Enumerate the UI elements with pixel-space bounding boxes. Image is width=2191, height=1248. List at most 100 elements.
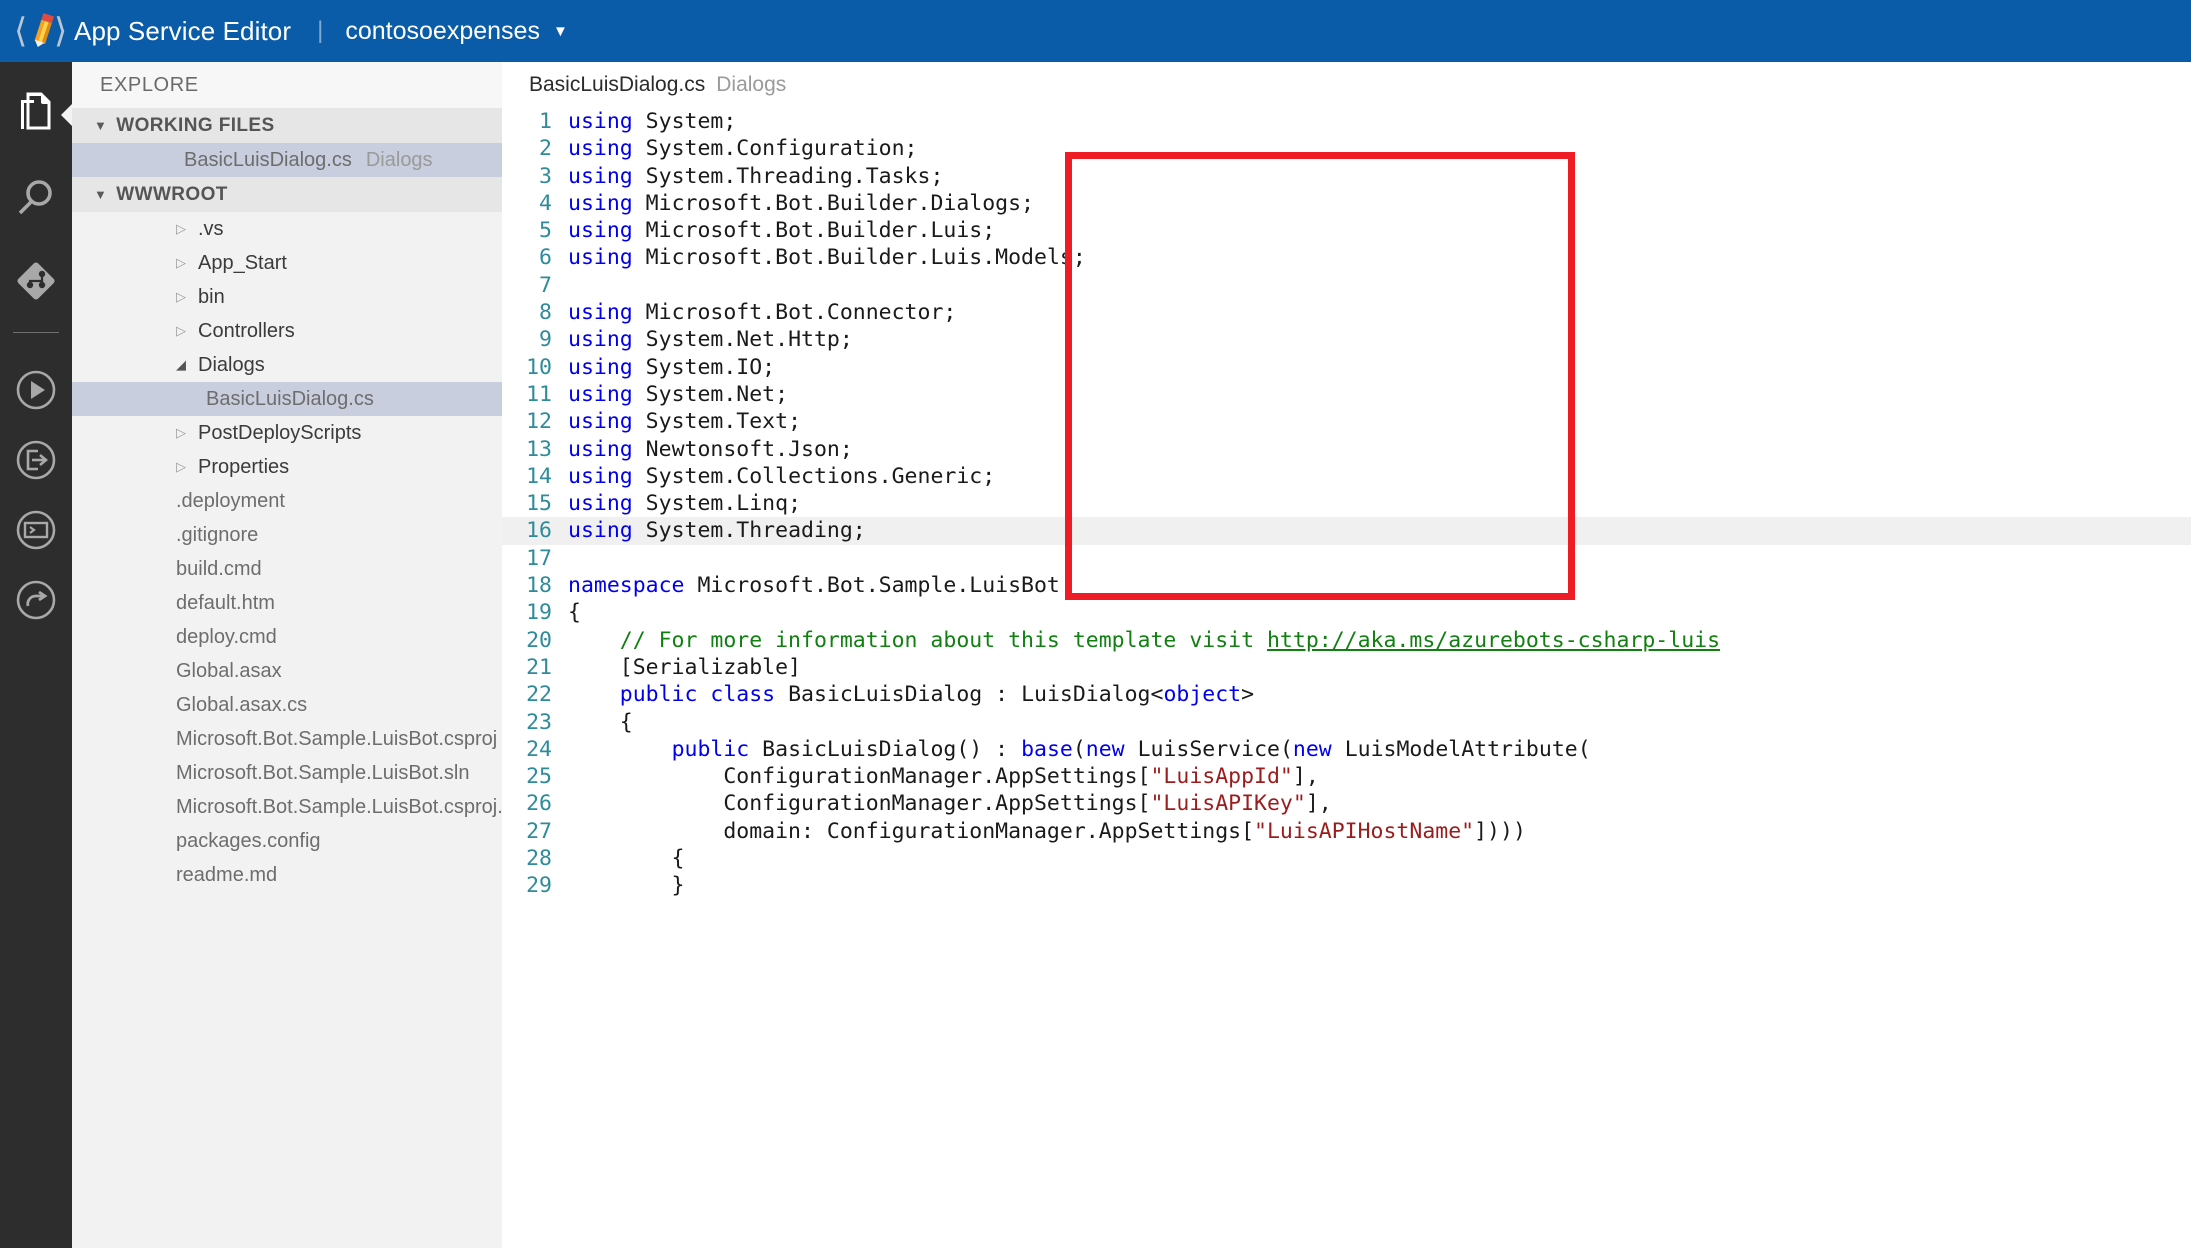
triangle-expanded-icon: ▼ [94,187,108,202]
tree-file-item[interactable]: Microsoft.Bot.Sample.LuisBot.csproj.user [72,790,502,824]
code-token-p: LuisModelAttribute( [1331,736,1591,762]
code-line[interactable]: 10 using System.IO; [502,354,2191,381]
code-line[interactable]: 9 using System.Net.Http; [502,326,2191,353]
code-line-text: using System.Configuration; [568,135,918,162]
tree-folder-item[interactable]: ▷ bin [72,280,502,314]
code-line[interactable]: 5 using Microsoft.Bot.Builder.Luis; [502,217,2191,244]
code-token-p: Microsoft.Bot.Builder.Luis; [632,218,996,244]
code-token-str: "LuisAppId" [1150,764,1293,790]
tree-folder-item[interactable]: ▷ Controllers [72,314,502,348]
working-file-folder: Dialogs [365,148,433,171]
code-line[interactable]: 8 using Microsoft.Bot.Connector; [502,299,2191,326]
tree-folder-item[interactable]: ▷ App_Start [72,246,502,280]
tree-file-item[interactable]: deploy.cmd [72,620,502,654]
section-working-files[interactable]: ▼ WORKING FILES [72,108,502,143]
code-token-kw: using [568,491,633,517]
code-token-p: Newtonsoft.Json; [632,436,853,462]
code-line-text: { [568,845,685,872]
tree-file-item[interactable]: BasicLuisDialog.cs [72,382,502,416]
chevron-down-icon[interactable]: ▼ [553,24,568,39]
tree-folder-item[interactable]: ▷ .vs [72,212,502,246]
code-token-lnk[interactable]: http://aka.ms/azurebots-csharp-luis [1267,628,1720,653]
line-number: 20 [526,627,552,653]
code-line[interactable]: 13 using Newtonsoft.Json; [502,436,2191,463]
tree-item-label: PostDeployScripts [198,421,362,444]
code-line[interactable]: 6 using Microsoft.Bot.Builder.Luis.Models… [502,244,2191,271]
code-line[interactable]: 14 using System.Collections.Generic; [502,463,2191,490]
tree-file-item[interactable]: packages.config [72,824,502,858]
code-token-p: System.Net; [632,381,789,407]
activity-item-open-new-window[interactable] [0,425,72,495]
tree-item-label: build.cmd [176,557,262,580]
code-line[interactable]: 12 using System.Text; [502,408,2191,435]
triangle-collapsed-icon: ▷ [176,425,186,440]
line-number: 16 [526,518,552,544]
open-in-new-window-icon [14,438,58,482]
code-content[interactable]: 1 using System; 2 using System.Configuratio… [502,108,2191,1248]
console-terminal-icon [14,508,58,552]
activity-item-explorer[interactable] [0,78,72,148]
code-line[interactable]: 16 using System.Threading; [502,517,2191,545]
code-token-p: Microsoft.Bot.Builder.Dialogs; [632,190,1035,216]
tree-file-item[interactable]: Global.asax.cs [72,688,502,722]
code-line-text: using System.Net.Http; [568,326,853,353]
code-line[interactable]: 11 using System.Net; [502,381,2191,408]
triangle-collapsed-icon: ▷ [176,255,186,270]
code-token-kw: using [568,245,633,271]
tree-item-label: default.htm [176,591,275,614]
code-line[interactable]: 15 using System.Linq; [502,490,2191,517]
tree-file-item[interactable]: readme.md [72,858,502,892]
code-line[interactable]: 18 namespace Microsoft.Bot.Sample.LuisBot [502,572,2191,599]
tree-file-item[interactable]: Global.asax [72,654,502,688]
tree-folder-item[interactable]: ▷ PostDeployScripts [72,416,502,450]
run-play-icon [14,368,58,412]
site-name[interactable]: contosoexpenses [345,17,540,46]
line-number: 19 [526,600,552,626]
code-line[interactable]: 23 { [502,709,2191,736]
tree-folder-item[interactable]: ◢ Dialogs [72,348,502,382]
code-line-text: using System.Text; [568,408,801,435]
code-line[interactable]: 26 ConfigurationManager.AppSettings["Lui… [502,790,2191,817]
code-line[interactable]: 3 using System.Threading.Tasks; [502,163,2191,190]
code-line[interactable]: 24 public BasicLuisDialog() : base(new L… [502,736,2191,763]
code-line[interactable]: 1 using System; [502,108,2191,135]
line-number: 28 [526,846,552,872]
code-line-text: using Newtonsoft.Json; [568,436,853,463]
activity-item-run[interactable] [0,355,72,425]
line-number: 6 [539,245,552,271]
tree-file-item[interactable]: Microsoft.Bot.Sample.LuisBot.csproj [72,722,502,756]
activity-item-search[interactable] [0,164,72,234]
code-line[interactable]: 20 // For more information about this te… [502,627,2191,654]
code-line[interactable]: 29 } [502,872,2191,899]
line-number: 23 [526,709,552,735]
tree-item-label: Global.asax.cs [176,693,308,716]
code-token-kw: using [568,136,633,162]
search-icon [15,178,57,220]
tree-file-item[interactable]: Microsoft.Bot.Sample.LuisBot.sln [72,756,502,790]
activity-item-source-control[interactable] [0,246,72,316]
working-file-item[interactable]: BasicLuisDialog.cs Dialogs [72,143,502,177]
tree-file-item[interactable]: .gitignore [72,518,502,552]
code-line[interactable]: 25 ConfigurationManager.AppSettings["Lui… [502,763,2191,790]
line-number: 9 [539,327,552,353]
tree-file-item[interactable]: build.cmd [72,552,502,586]
code-line[interactable]: 27 domain: ConfigurationManager.AppSetti… [502,818,2191,845]
tree-folder-item[interactable]: ▷ Properties [72,450,502,484]
code-line[interactable]: 21 [Serializable] [502,654,2191,681]
section-wwwroot[interactable]: ▼ WWWROOT [72,177,502,212]
code-token-p: ( [1072,736,1086,762]
activity-item-console[interactable] [0,495,72,565]
code-line[interactable]: 17 [502,545,2191,572]
code-line[interactable]: 28 { [502,845,2191,872]
line-number: 17 [526,545,552,571]
code-line[interactable]: 2 using System.Configuration; [502,135,2191,162]
tree-file-item[interactable]: .deployment [72,484,502,518]
activity-item-restart[interactable] [0,565,72,635]
line-number: 25 [526,764,552,790]
code-line[interactable]: 19 { [502,599,2191,626]
tree-file-item[interactable]: default.htm [72,586,502,620]
code-line[interactable]: 4 using Microsoft.Bot.Builder.Dialogs; [502,190,2191,217]
code-line[interactable]: 22 public class BasicLuisDialog : LuisDi… [502,681,2191,708]
code-token-p: { [568,600,581,626]
code-line[interactable]: 7 [502,272,2191,299]
